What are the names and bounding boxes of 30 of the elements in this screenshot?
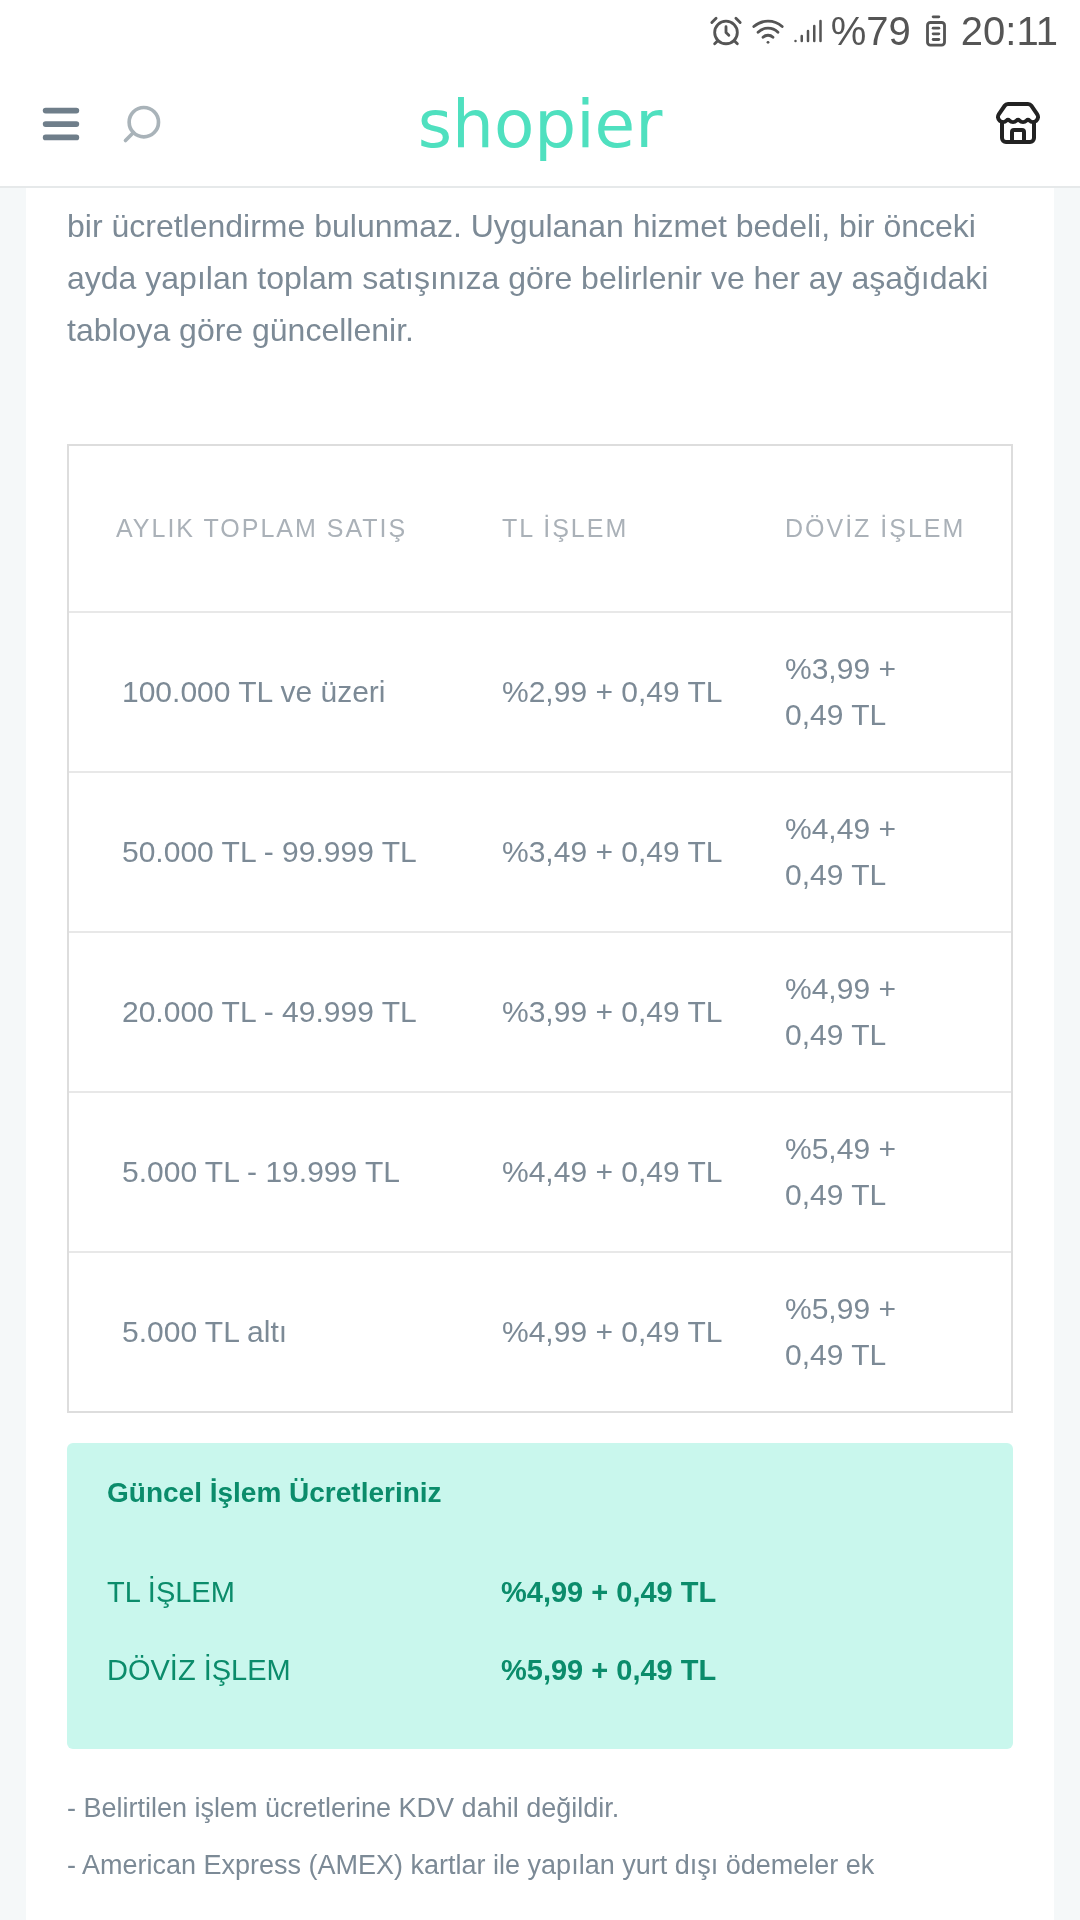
intro-paragraph: bir ücretlendirme bulunmaz. Uygulanan hizmet bedeli, bir önceki ayda yapılan toplam satışınıza göre belirlenir ve her ay aşağıdaki tabloya göre güncellenir. xyxy=(67,207,990,350)
column-header: AYLIK TOPLAM SATIŞ xyxy=(115,513,409,544)
logo[interactable]: shopier xyxy=(417,85,663,163)
table-cell-text: %4,49 + 0,49 TL xyxy=(502,1154,724,1190)
table-cell-text: 50.000 TL - 99.999 TL xyxy=(121,834,418,870)
note-text: - American Express (AMEX) kartlar ile yapılan yurt dışı ödemeler ek xyxy=(67,1850,876,1881)
alarm-icon xyxy=(708,14,743,48)
panel-title: Güncel İşlem Ücretleriniz xyxy=(107,1477,443,1509)
table-cell-text: %4,99 + 0,49 TL xyxy=(785,971,897,1053)
table-cell-text: 5.000 TL - 19.999 TL xyxy=(121,1154,401,1190)
table-cell-text: %5,99 + 0,49 TL xyxy=(785,1291,897,1373)
column-header: DÖVİZ İŞLEM xyxy=(785,513,967,544)
fee-value: %4,99 + 0,49 TL xyxy=(501,1575,718,1609)
table-cell-text: 100.000 TL ve üzeri xyxy=(121,674,387,710)
table-cell-text: 5.000 TL altı xyxy=(121,1314,289,1350)
table-cell-text: %5,49 + 0,49 TL xyxy=(785,1131,897,1213)
column-header: TL İŞLEM xyxy=(502,513,630,544)
fee-label: TL İŞLEM xyxy=(107,1575,236,1609)
clock-time: 20:11 xyxy=(960,8,1058,54)
table-cell-text: %3,99 + 0,49 TL xyxy=(785,651,897,733)
fee-label: DÖVİZ İŞLEM xyxy=(107,1653,292,1687)
table-cell-text: %3,49 + 0,49 TL xyxy=(502,834,724,870)
table-cell-text: %4,49 + 0,49 TL xyxy=(785,811,897,893)
table-cell-text: %2,99 + 0,49 TL xyxy=(502,674,724,710)
fee-value: %5,99 + 0,49 TL xyxy=(501,1653,718,1687)
table-cell-text: 20.000 TL - 49.999 TL xyxy=(121,994,418,1030)
note-text: - Belirtilen işlem ücretlerine KDV dahil değildir. xyxy=(67,1793,621,1824)
table-cell-text: %4,99 + 0,49 TL xyxy=(502,1314,724,1350)
table-cell-text: %3,99 + 0,49 TL xyxy=(502,994,724,1030)
battery-level: %79 xyxy=(830,8,911,54)
